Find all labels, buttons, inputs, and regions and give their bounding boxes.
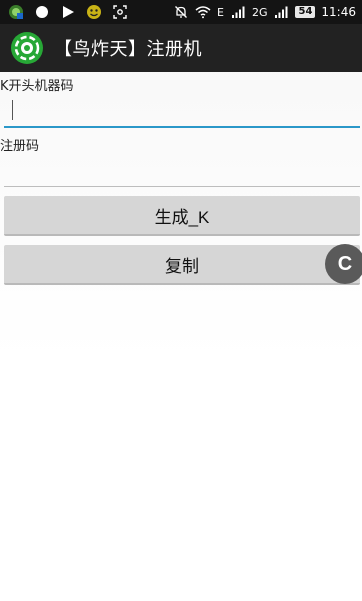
shutter-logo-icon[interactable]: [10, 31, 44, 65]
c-icon-letter: C: [338, 253, 352, 275]
generate-button[interactable]: 生成_K: [4, 196, 360, 236]
status-bar: E 2G 54 11:46: [0, 0, 362, 24]
battery-level: 54: [295, 6, 316, 18]
dot-icon: [34, 4, 50, 20]
registration-code-label: 注册码: [0, 139, 40, 154]
clock: 11:46: [321, 5, 356, 19]
c-icon: C: [338, 253, 352, 275]
signal-icon: [230, 4, 246, 20]
machine-code-input[interactable]: [4, 96, 360, 126]
app-notification-icon: [8, 4, 24, 20]
registration-code-input[interactable]: [4, 156, 360, 186]
signal-icon: [273, 4, 289, 20]
copy-button[interactable]: 复制: [4, 245, 360, 285]
status-bar-left: [8, 3, 128, 21]
network-e-label: E: [217, 5, 224, 19]
machine-code-focus-line: [4, 126, 360, 128]
wifi-icon: [195, 4, 211, 20]
registration-code-underline: [4, 186, 360, 187]
floating-c-button[interactable]: C: [325, 244, 362, 284]
machine-code-label: K开头机器码: [0, 79, 74, 94]
network-2g-label: 2G: [251, 5, 268, 19]
screenshot-icon: [112, 4, 128, 20]
play-icon: [60, 4, 76, 20]
mute-bell-icon: [173, 4, 189, 20]
app-title: 【鸟炸天】注册机: [54, 39, 202, 60]
text-cursor: [12, 100, 13, 120]
status-bar-right: E 2G 54 11:46: [173, 3, 356, 21]
app-bar: 【鸟炸天】注册机: [0, 24, 362, 72]
emoji-icon: [86, 4, 102, 20]
